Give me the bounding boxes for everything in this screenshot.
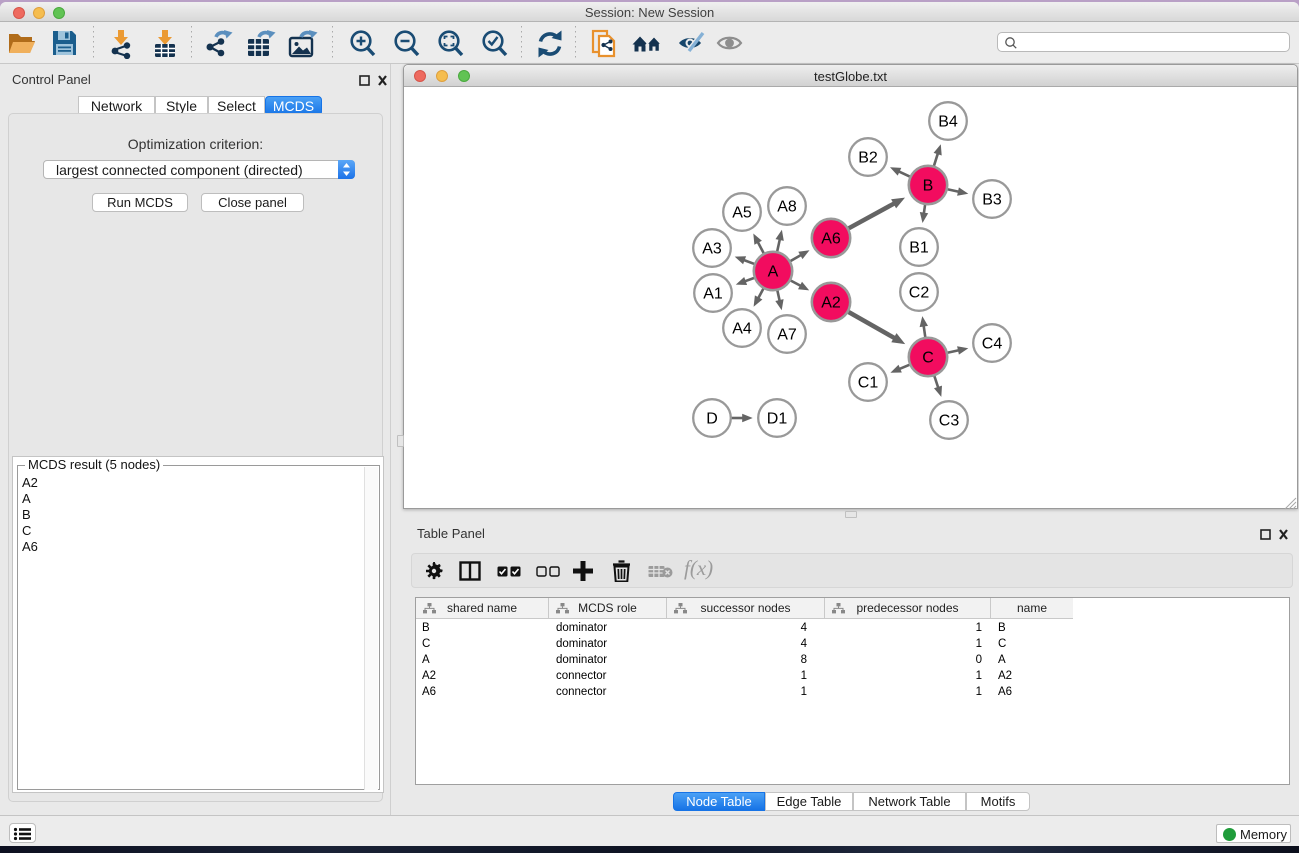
svg-text:A1: A1 bbox=[703, 286, 723, 303]
svg-text:A5: A5 bbox=[732, 205, 752, 222]
svg-text:C: C bbox=[922, 350, 934, 367]
svg-text:B1: B1 bbox=[909, 240, 929, 257]
svg-text:C2: C2 bbox=[909, 285, 930, 302]
svg-text:A7: A7 bbox=[777, 327, 797, 344]
svg-text:A2: A2 bbox=[821, 295, 841, 312]
svg-text:A6: A6 bbox=[821, 231, 841, 248]
svg-text:A8: A8 bbox=[777, 199, 797, 216]
svg-text:B: B bbox=[923, 178, 934, 195]
svg-text:C1: C1 bbox=[858, 375, 879, 392]
svg-text:D1: D1 bbox=[767, 411, 788, 428]
svg-text:A3: A3 bbox=[702, 241, 722, 258]
svg-text:B3: B3 bbox=[982, 192, 1002, 209]
svg-text:C3: C3 bbox=[939, 413, 960, 430]
svg-text:B4: B4 bbox=[938, 114, 958, 131]
svg-text:C4: C4 bbox=[982, 336, 1003, 353]
svg-text:A4: A4 bbox=[732, 321, 752, 338]
svg-text:D: D bbox=[706, 411, 718, 428]
svg-text:B2: B2 bbox=[858, 150, 878, 167]
svg-text:A: A bbox=[768, 264, 779, 281]
